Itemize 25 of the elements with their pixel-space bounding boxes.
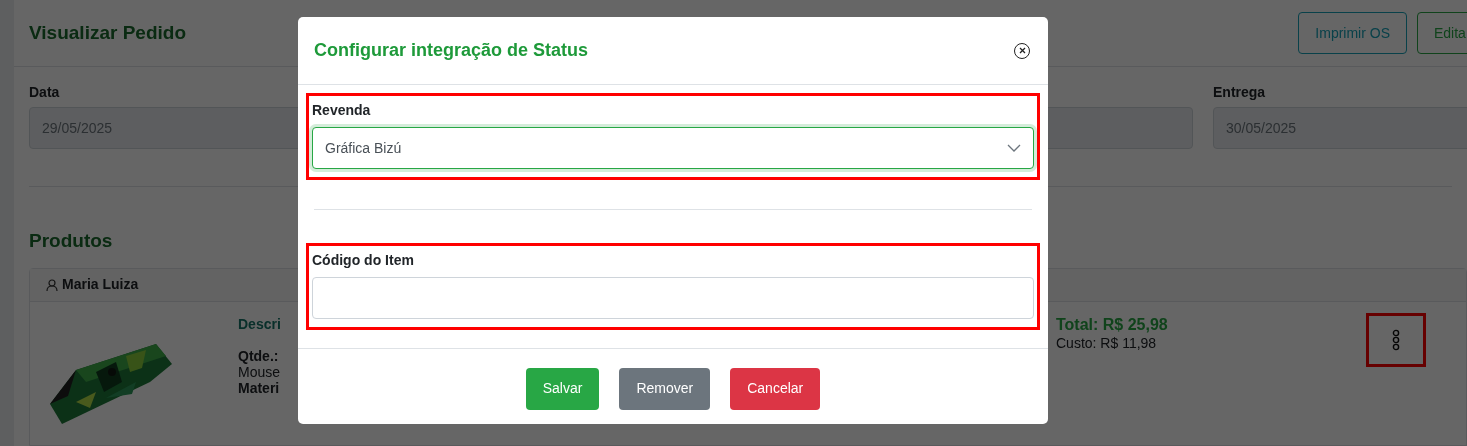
cost-price: Custo: R$ 11,98 [1056, 333, 1157, 352]
more-vertical-icon [1392, 328, 1400, 351]
close-icon [1018, 47, 1026, 54]
header-button[interactable]: Edita [1417, 12, 1467, 54]
user-icon [46, 278, 58, 291]
reseller-select[interactable]: Gráfica Bizú [312, 127, 1034, 169]
dialog-button[interactable]: Cancelar [730, 367, 821, 410]
page-title: Visualizar Pedido [29, 20, 186, 45]
dialog-button[interactable]: Remover [619, 367, 711, 410]
field-label: Entrega [1213, 83, 1267, 99]
total-price: Total: R$ 25,98 [1056, 315, 1168, 334]
dialog-button[interactable]: Salvar [525, 367, 600, 410]
product-name: Mouse [238, 363, 281, 380]
field-label: Revenda [312, 101, 372, 120]
modal-title: Configurar integração de Status [314, 39, 589, 62]
header-button[interactable]: Imprimir OS [1298, 12, 1407, 54]
quantity-label: Qtde.: [238, 347, 279, 364]
item-code-field[interactable] [312, 277, 1034, 319]
description-label: Descri [238, 315, 281, 332]
section-heading: Produtos [28, 229, 114, 253]
field-label: Data [29, 83, 61, 99]
field-label: Código do Item [312, 251, 415, 270]
material-label: Materi [238, 379, 280, 396]
chevron-down-icon [1007, 144, 1021, 152]
customer-name: Maria Luiza [62, 275, 139, 294]
